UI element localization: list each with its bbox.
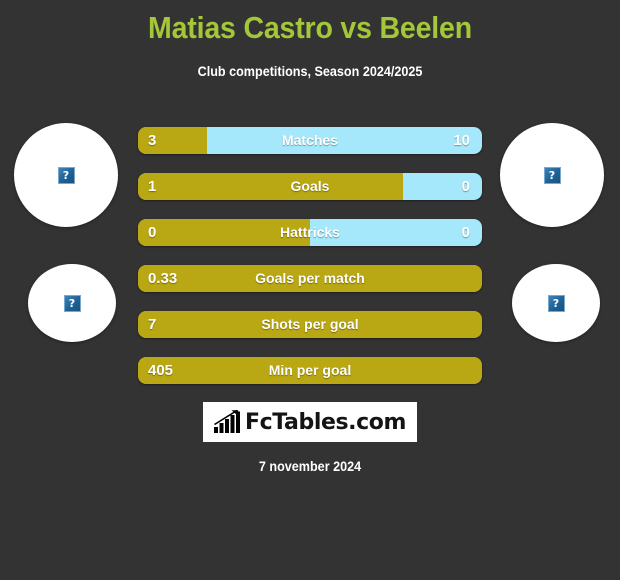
table-row: 3 Matches 10 (138, 127, 482, 154)
stat-value-home: 1 (148, 178, 157, 195)
bar-fill-home (138, 357, 482, 384)
stats-bar-list: 3 Matches 10 1 Goals 0 0 Hattricks 0 0.3… (138, 127, 482, 403)
stat-value-home: 7 (148, 316, 157, 333)
avatar-home-top: ? (14, 123, 118, 227)
site-logo-text: FcTables.com (244, 409, 407, 435)
table-row: 0 Hattricks 0 (138, 219, 482, 246)
page-subtitle: Club competitions, Season 2024/2025 (197, 63, 423, 79)
table-row: 1 Goals 0 (138, 173, 482, 200)
page-title: Matias Castro vs Beelen (148, 10, 472, 45)
avatar-away-bottom: ? (512, 264, 600, 342)
broken-image-icon: ? (543, 166, 561, 184)
bar-fill-home (138, 173, 403, 200)
stat-value-home: 0 (148, 224, 157, 241)
table-row: 0.33 Goals per match (138, 265, 482, 292)
broken-image-icon: ? (57, 166, 75, 184)
site-logo[interactable]: FcTables.com (203, 402, 417, 442)
table-row: 7 Shots per goal (138, 311, 482, 338)
stat-value-home: 0.33 (148, 270, 178, 287)
broken-image-icon: ? (547, 294, 565, 312)
stat-value-home: 3 (148, 132, 157, 149)
table-row: 405 Min per goal (138, 357, 482, 384)
avatar-away-top: ? (500, 123, 604, 227)
stat-value-away: 0 (461, 224, 470, 241)
footer-date: 7 november 2024 (258, 458, 362, 474)
stat-value-away: 10 (453, 132, 470, 149)
bar-fill-home (138, 219, 310, 246)
stat-value-away: 0 (461, 178, 470, 195)
stat-value-home: 405 (148, 362, 174, 379)
stats-comparison-page: Matias Castro vs Beelen Club competition… (0, 0, 620, 580)
broken-image-icon: ? (63, 294, 81, 312)
bar-fill-home (138, 265, 482, 292)
avatar-home-bottom: ? (28, 264, 116, 342)
bar-chart-growth-icon (213, 410, 240, 433)
bar-fill-home (138, 311, 482, 338)
